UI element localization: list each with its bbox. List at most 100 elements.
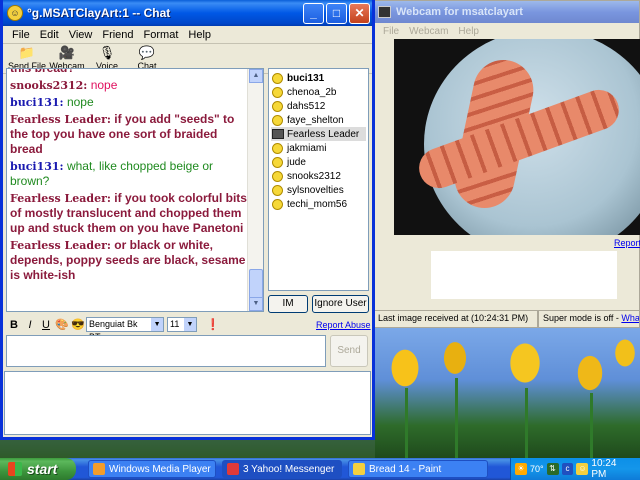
start-button[interactable]: start: [0, 458, 76, 480]
webcam-caption-area: [431, 251, 617, 299]
send-button[interactable]: Send: [330, 335, 368, 367]
message-sender[interactable]: Fearless Leader:: [10, 113, 111, 126]
underline-button[interactable]: U: [38, 319, 54, 331]
chevron-down-icon: ▼: [151, 318, 163, 331]
message-sender[interactable]: buci131:: [10, 96, 64, 109]
user-list-item[interactable]: buci131: [271, 71, 366, 85]
ignore-user-button[interactable]: Ignore User: [312, 295, 369, 313]
user-name: jakmiami: [287, 142, 327, 154]
weather-icon[interactable]: ☀: [515, 463, 527, 475]
user-list[interactable]: buci131 chenoa_2b dahs512 faye_shelton Fearl…: [268, 68, 369, 291]
scroll-up-arrow[interactable]: ▲: [249, 69, 263, 83]
smiley-icon: [272, 100, 283, 112]
desktop-tulips-wallpaper: [375, 328, 640, 458]
microphone-icon: 🎙: [98, 45, 116, 60]
emoticon-icon[interactable]: 😎: [70, 318, 86, 331]
user-list-item[interactable]: techi_mom56: [271, 197, 366, 211]
media-player-icon: [93, 463, 105, 475]
cox-icon[interactable]: c: [561, 463, 574, 475]
chat-message: Fearless Leader: if you add "seeds" to t…: [10, 112, 250, 157]
maximize-button[interactable]: □: [326, 2, 347, 24]
menu-friend[interactable]: Friend: [97, 29, 138, 41]
close-button[interactable]: ✕: [349, 2, 370, 24]
user-list-item[interactable]: sylsnovelties: [271, 183, 366, 197]
send-file-icon: 📁: [18, 45, 36, 60]
chat-lower-pane: [4, 371, 371, 435]
message-sender[interactable]: Fearless Leader:: [10, 192, 111, 205]
user-name: Fearless Leader: [287, 128, 360, 140]
user-list-item[interactable]: dahs512: [271, 99, 366, 113]
chevron-down-icon: ▼: [184, 318, 196, 331]
chat-message: snooks2312: nope: [10, 78, 250, 93]
webcam-window[interactable]: Webcam for msatclayart File Webcam Help: [373, 0, 640, 328]
whats-this-link[interactable]: What's: [621, 313, 639, 323]
webcam-report-link[interactable]: Report: [614, 238, 640, 248]
webcam-menu-help[interactable]: Help: [453, 26, 484, 37]
scroll-thumb[interactable]: [249, 269, 263, 299]
task-yahoo-messenger[interactable]: 3 Yahoo! Messenger: [222, 460, 342, 478]
chat-title: °g.MSATClayArt:1 -- Chat: [27, 6, 171, 20]
italic-button[interactable]: I: [22, 319, 38, 331]
webcam-menu-webcam[interactable]: Webcam: [404, 26, 453, 37]
color-palette-icon[interactable]: 🎨: [54, 318, 70, 331]
message-input[interactable]: [6, 335, 326, 367]
message-sender[interactable]: buci131:: [10, 160, 64, 173]
font-select[interactable]: Benguiat Bk BT▼: [86, 317, 164, 342]
chat-message: this bread?: [10, 68, 250, 76]
smiley-icon: [272, 184, 283, 196]
user-list-item[interactable]: snooks2312: [271, 169, 366, 183]
webcam-super-mode-status: Super mode is off - What's: [538, 310, 640, 328]
chat-titlebar[interactable]: ☺ °g.MSATClayArt:1 -- Chat _ □ ✕: [3, 0, 372, 26]
user-list-item[interactable]: chenoa_2b: [271, 85, 366, 99]
user-list-item[interactable]: faye_shelton: [271, 113, 366, 127]
webcam-icon: [272, 129, 284, 139]
menu-help[interactable]: Help: [183, 29, 216, 41]
bold-button[interactable]: B: [6, 319, 22, 331]
menu-format[interactable]: Format: [139, 29, 184, 41]
task-paint[interactable]: Bread 14 - Paint: [348, 460, 488, 478]
scroll-down-arrow[interactable]: ▼: [249, 297, 263, 311]
buzz-alert-icon[interactable]: ❗: [205, 318, 221, 331]
webcam-menu-file[interactable]: File: [378, 26, 404, 37]
taskbar: start Windows Media Player 3 Yahoo! Mess…: [0, 458, 640, 480]
network-icon[interactable]: ⇅: [546, 463, 559, 475]
user-name: faye_shelton: [287, 114, 344, 126]
smiley-icon: [272, 86, 283, 98]
menu-view[interactable]: View: [64, 29, 98, 41]
im-button[interactable]: IM: [268, 295, 308, 313]
user-name: dahs512: [287, 100, 326, 112]
chat-message: buci131: what, like chopped beige or bro…: [10, 159, 250, 189]
chat-bubbles-icon: 💬: [138, 45, 156, 60]
message-sender[interactable]: snooks2312:: [10, 79, 87, 92]
user-list-item[interactable]: Fearless Leader: [271, 127, 366, 141]
user-list-item[interactable]: jude: [271, 155, 366, 169]
font-size-select[interactable]: 11 ▼: [167, 317, 197, 332]
webcam-title: Webcam for msatclayart: [396, 6, 523, 18]
webcam-icon: 🎥: [58, 45, 76, 60]
menu-file[interactable]: File: [7, 29, 35, 41]
message-text: nope: [66, 95, 94, 109]
message-text: nope: [90, 78, 118, 92]
message-sender[interactable]: Fearless Leader:: [10, 239, 111, 252]
minimize-button[interactable]: _: [303, 2, 324, 24]
webcam-icon: [378, 6, 391, 18]
user-list-item[interactable]: jakmiami: [271, 141, 366, 155]
user-name: jude: [287, 156, 306, 168]
windows-logo-icon: [8, 462, 22, 476]
user-name: chenoa_2b: [287, 86, 337, 98]
smiley-icon: [272, 142, 283, 154]
webcam-titlebar[interactable]: Webcam for msatclayart: [374, 1, 639, 23]
yahoo-messenger-icon: [227, 463, 239, 475]
chat-message: Fearless Leader: if you took colorful bi…: [10, 191, 250, 236]
menu-edit[interactable]: Edit: [35, 29, 64, 41]
chat-scrollbar[interactable]: ▲ ▼: [247, 69, 263, 311]
chat-message: buci131: nope: [10, 95, 250, 110]
report-abuse-link[interactable]: Report Abuse: [316, 320, 371, 330]
smiley-icon: [272, 72, 283, 84]
webcam-statusbar: Last image received at (10:24:31 PM) Sup…: [373, 310, 640, 328]
messenger-tray-icon[interactable]: ☺: [576, 463, 589, 475]
task-windows-media-player[interactable]: Windows Media Player: [88, 460, 216, 478]
chat-transcript[interactable]: this bread? snooks2312: nope buci131: nope…: [6, 68, 264, 312]
user-name: sylsnovelties: [287, 184, 344, 196]
message-text: this bread?: [10, 68, 75, 75]
